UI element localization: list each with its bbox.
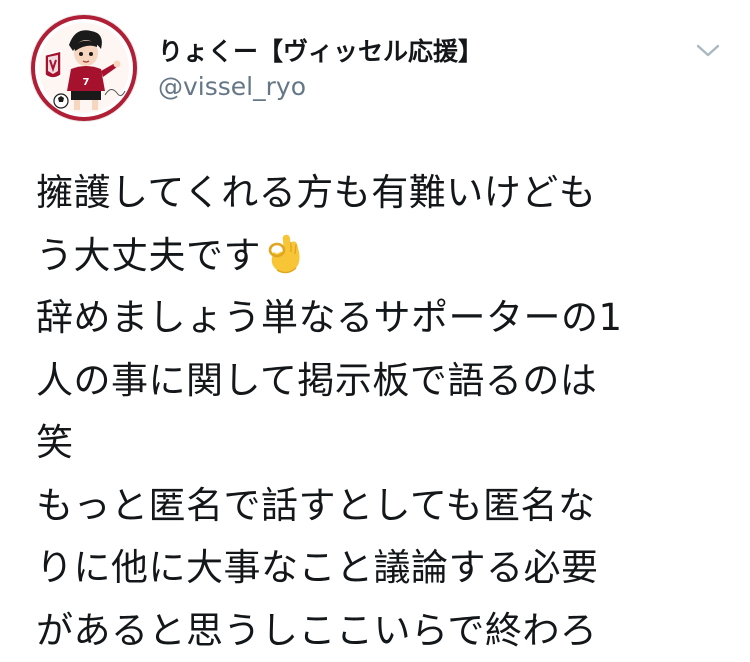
tweet-text-line: 人の事に関して掲示板で語るのは — [36, 358, 598, 402]
tweet-text-line: もっと匿名で話すとしても匿名な — [36, 483, 596, 527]
ok-hand-emoji — [268, 234, 300, 273]
tweet-text-line: 笑 — [36, 421, 74, 464]
chevron-down-icon — [696, 44, 720, 57]
tweet-menu-button[interactable] — [690, 36, 726, 66]
avatar-illustration: 7 — [31, 15, 137, 121]
avatar[interactable]: 7 — [30, 14, 138, 122]
author-display-name[interactable]: りょくー【ヴィッセル応援】 — [158, 32, 483, 68]
tweet-text-line: 辞めましょう単なるサポーターの1 — [36, 296, 623, 339]
tweet-text-line: う大丈夫です — [36, 225, 736, 288]
tweet-text-line: りに他に大事なこと議論する必要 — [36, 546, 599, 589]
tweet-text-line: があると思うしここいらで終わろ — [36, 608, 598, 652]
svg-text:7: 7 — [83, 77, 90, 88]
author-handle[interactable]: @vissel_ryo — [158, 72, 306, 101]
tweet-card: 7 りょくー【ヴィッセル応援】 @vissel_ryo 擁護してくれる方も有難い… — [0, 0, 750, 662]
tweet-text-segment: う大丈夫です — [36, 233, 261, 277]
tweet-text: 擁護してくれる方も有難いけども う大丈夫です 辞めましょう単なるサポーターの1 … — [36, 162, 736, 662]
tweet-text-line: 擁護してくれる方も有難いけども — [36, 171, 597, 214]
